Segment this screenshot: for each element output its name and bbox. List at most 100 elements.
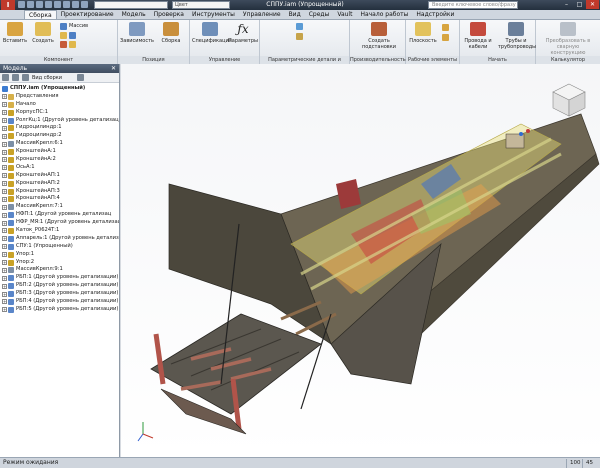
expand-icon[interactable]: +: [2, 283, 7, 289]
expand-icon[interactable]: +: [2, 173, 7, 179]
home-icon[interactable]: [63, 1, 70, 8]
tree-node[interactable]: + НФР_МЯ:1 (Другой уровень детализац: [2, 219, 119, 227]
tree-node[interactable]: + РБП:1 (Другой уровень детализации): [2, 274, 119, 282]
filter-icon[interactable]: [2, 74, 9, 81]
select-icon[interactable]: [81, 1, 88, 8]
bom-button[interactable]: Спецификация: [192, 22, 232, 44]
close-button[interactable]: ✕: [586, 0, 599, 9]
tab-model[interactable]: Модель: [118, 10, 150, 19]
tree-node[interactable]: + КронштейнА:2: [2, 156, 119, 164]
tree-node[interactable]: + Каток_Р0624Т:1: [2, 227, 119, 235]
redo-icon[interactable]: [54, 1, 61, 8]
tree-node[interactable]: + Гидроцилиндр:2: [2, 132, 119, 140]
expand-icon[interactable]: +: [2, 267, 7, 273]
tree-node[interactable]: СППУ.iam (Упрощенный): [2, 85, 119, 93]
expand-icon[interactable]: +: [2, 157, 7, 163]
tree-node[interactable]: + МассивКрепл:6:1: [2, 140, 119, 148]
expand-icon[interactable]: +: [2, 244, 7, 250]
expand-icon[interactable]: +: [2, 94, 7, 100]
expand-icon[interactable]: +: [2, 228, 7, 234]
browser-close-icon[interactable]: ✕: [111, 64, 116, 73]
tab-design[interactable]: Проектирование: [57, 10, 118, 19]
expand-icon[interactable]: +: [2, 149, 7, 155]
browser-title[interactable]: Модель: [3, 65, 27, 72]
tab-inspect[interactable]: Проверка: [150, 10, 188, 19]
point-button[interactable]: [442, 34, 449, 41]
expand-icon[interactable]: +: [2, 252, 7, 258]
expand-icon[interactable]: +: [2, 189, 7, 195]
app-logo[interactable]: I: [1, 0, 15, 10]
tree-node[interactable]: + РБП:4 (Другой уровень детализации): [2, 298, 119, 306]
search-input[interactable]: Введите ключевое слово/фразу: [428, 1, 518, 9]
expand-icon[interactable]: +: [2, 141, 7, 147]
tree-node[interactable]: + КронштейнАП:4: [2, 195, 119, 203]
expand-icon[interactable]: +: [2, 212, 7, 218]
tree-node[interactable]: + Представления: [2, 93, 119, 101]
tree-node[interactable]: + НФП:1 (Другой уровень детализац: [2, 211, 119, 219]
expand-icon[interactable]: +: [2, 118, 7, 123]
expand-icon[interactable]: +: [2, 236, 7, 242]
update-icon[interactable]: [72, 1, 79, 8]
view-mode-dropdown[interactable]: Вид сборки: [32, 75, 62, 81]
tree-node[interactable]: + КронштейнАП:2: [2, 180, 119, 188]
tab-vault[interactable]: Vault: [333, 10, 356, 19]
tab-environments[interactable]: Среды: [305, 10, 334, 19]
tab-getting-started[interactable]: Начало работы: [356, 10, 412, 19]
new-icon[interactable]: [18, 1, 25, 8]
pipes-button[interactable]: Трубы и трубопроводы: [498, 22, 536, 50]
sort-icon[interactable]: [12, 74, 19, 81]
undo-icon[interactable]: [45, 1, 52, 8]
tab-addins[interactable]: Надстройки: [412, 10, 458, 19]
tab-tools[interactable]: Инструменты: [188, 10, 239, 19]
minimize-button[interactable]: –: [560, 0, 573, 9]
expand-icon[interactable]: +: [2, 291, 7, 297]
tree-node[interactable]: + КронштейнАП:3: [2, 188, 119, 196]
expand-icon[interactable]: +: [2, 275, 7, 281]
tree-node[interactable]: + РолгКц:1 (Другой уровень детализац: [2, 117, 119, 125]
expand-icon[interactable]: +: [2, 299, 7, 305]
tree-node[interactable]: + РБП:2 (Другой уровень детализации): [2, 282, 119, 290]
convert-weldment-button[interactable]: Преобразовать в сварную конструкцию: [540, 22, 596, 56]
expand-icon[interactable]: +: [2, 204, 7, 210]
graphics-viewport[interactable]: [121, 64, 600, 457]
pattern-button[interactable]: Массив: [60, 23, 88, 30]
replace-button[interactable]: [60, 41, 76, 48]
cables-button[interactable]: Провода и кабели: [462, 22, 494, 50]
expand-icon[interactable]: +: [2, 181, 7, 187]
expand-icon[interactable]: +: [2, 110, 7, 116]
style-combo[interactable]: [94, 1, 168, 9]
create-button[interactable]: Создать: [30, 22, 56, 44]
plane-button[interactable]: Плоскость: [408, 22, 438, 44]
expand-icon[interactable]: +: [2, 196, 7, 202]
model-3d-view[interactable]: [121, 64, 600, 457]
tree-node[interactable]: + КорпусПС:1: [2, 109, 119, 117]
tree-node[interactable]: + РБП:3 (Другой уровень детализации): [2, 290, 119, 298]
expand-icon[interactable]: +: [2, 307, 7, 313]
tree-node[interactable]: + Аппарель:1 (Другой уровень детализац: [2, 235, 119, 243]
tree-node[interactable]: + ОсьА:1: [2, 164, 119, 172]
iassembly-button[interactable]: [296, 33, 303, 40]
mirror-button[interactable]: [60, 32, 76, 39]
tree-node[interactable]: + СПУ:1 (Упрощенный): [2, 243, 119, 251]
find-icon[interactable]: [77, 74, 85, 81]
parameters-button[interactable]: ƒx Параметры: [228, 22, 258, 44]
open-icon[interactable]: [27, 1, 34, 8]
create-substitute-button[interactable]: Создать подстановки: [360, 22, 398, 50]
tree-node[interactable]: + КронштейнАП:1: [2, 172, 119, 180]
axis-button[interactable]: [442, 24, 449, 31]
expand-icon[interactable]: +: [2, 220, 7, 226]
color-combo[interactable]: Цвет: [172, 1, 230, 9]
tree-node[interactable]: + Упор:1: [2, 251, 119, 259]
ipart-button[interactable]: [296, 23, 303, 30]
assemble-button[interactable]: Сборка: [156, 22, 186, 44]
tab-manage[interactable]: Управление: [239, 10, 285, 19]
tree-node[interactable]: + Начало: [2, 101, 119, 109]
constraint-button[interactable]: Зависимость: [120, 22, 154, 44]
expand-icon[interactable]: +: [2, 133, 7, 139]
tab-view[interactable]: Вид: [285, 10, 305, 19]
expand-icon[interactable]: +: [2, 260, 7, 266]
expand-icon[interactable]: +: [2, 125, 7, 131]
tree-node[interactable]: + КронштейнА:1: [2, 148, 119, 156]
tree-node[interactable]: + Гидроцилиндр:1: [2, 124, 119, 132]
viewcube[interactable]: [549, 80, 589, 120]
